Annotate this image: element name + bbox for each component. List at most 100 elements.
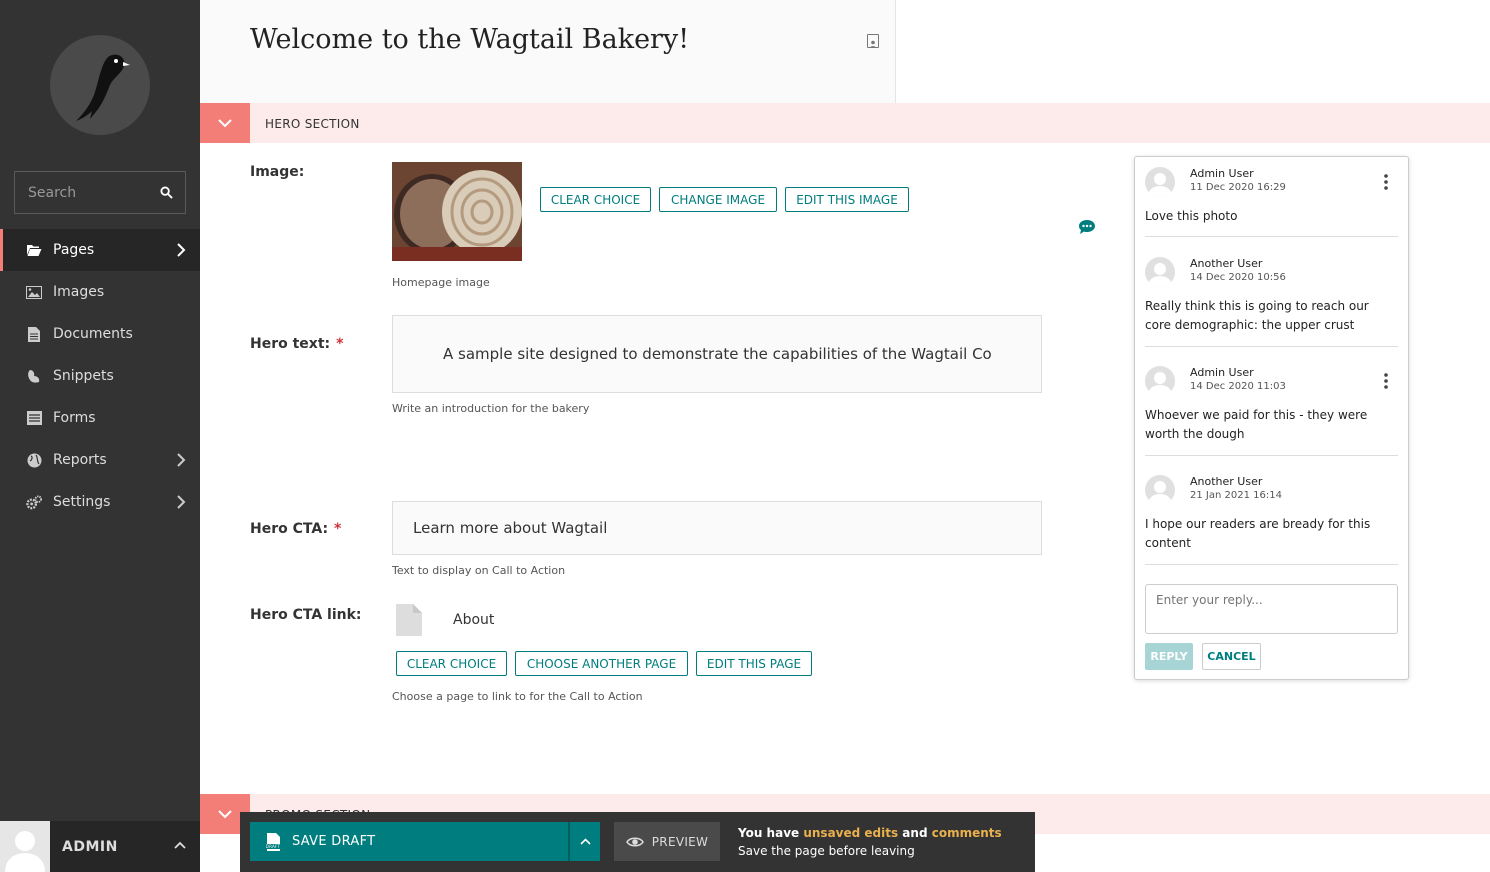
comment-author: Admin User <box>1190 366 1254 379</box>
hero-text-field[interactable]: A sample site designed to demonstrate th… <box>392 315 1042 393</box>
comment-text: Love this photo <box>1145 209 1238 223</box>
comment-icon[interactable] <box>1078 219 1096 235</box>
comment-date: 11 Dec 2020 16:29 <box>1190 182 1286 193</box>
clear-image-button[interactable]: CLEAR CHOICE <box>540 187 651 212</box>
required-marker: * <box>336 336 344 352</box>
nav-label: Reports <box>53 452 107 468</box>
hero-cta-link-help: Choose a page to link to for the Call to… <box>392 690 643 703</box>
comment-date: 14 Dec 2020 11:03 <box>1190 381 1286 392</box>
folder-open-icon <box>26 242 42 258</box>
reply-box[interactable] <box>1145 584 1398 634</box>
more-options-icon[interactable] <box>1384 373 1388 389</box>
comment-text: I hope our readers are bready for this c… <box>1145 517 1371 550</box>
chevron-right-icon <box>177 495 186 509</box>
clear-page-button[interactable]: CLEAR CHOICE <box>396 651 507 676</box>
search-icon[interactable] <box>160 186 173 199</box>
unsaved-warning: You have unsaved edits and comments Save… <box>738 824 1002 860</box>
sidebar: Pages Images Documents Snippets Forms <box>0 0 200 872</box>
hero-cta-link-label: Hero CTA link: <box>250 607 362 623</box>
comment-item: Another User 21 Jan 2021 16:14 I hope ou… <box>1145 465 1398 565</box>
svg-text:DRAFT: DRAFT <box>266 844 281 849</box>
hero-text-label-text: Hero text: <box>250 336 331 352</box>
cancel-button[interactable]: CANCEL <box>1202 643 1261 670</box>
image-field-label: Image: <box>250 164 305 180</box>
account-name: ADMIN <box>62 838 118 855</box>
nav-label: Documents <box>53 326 133 342</box>
comment-avatar <box>1145 257 1175 287</box>
edit-page-button[interactable]: EDIT THIS PAGE <box>696 651 812 676</box>
comment-text: Whoever we paid for this - they were wor… <box>1145 408 1368 441</box>
nav-item-forms[interactable]: Forms <box>0 397 200 439</box>
action-footer: DRAFT SAVE DRAFT PREVIEW You have unsave… <box>240 812 1035 872</box>
hero-image-thumbnail[interactable] <box>392 162 522 261</box>
hero-cta-value: Learn more about Wagtail <box>413 519 608 537</box>
hero-text-label: Hero text: * <box>250 336 343 352</box>
wagtail-logo[interactable] <box>50 35 150 135</box>
chevron-right-icon <box>177 453 186 467</box>
chevron-right-icon <box>177 243 186 257</box>
form-icon <box>26 410 42 426</box>
nav-item-images[interactable]: Images <box>0 271 200 313</box>
edit-image-button[interactable]: EDIT THIS IMAGE <box>785 187 909 212</box>
change-image-button[interactable]: CHANGE IMAGE <box>659 187 777 212</box>
nav-item-reports[interactable]: Reports <box>0 439 200 481</box>
account-menu[interactable]: ADMIN <box>0 821 200 872</box>
hero-text-help: Write an introduction for the bakery <box>392 402 590 415</box>
nav-item-pages[interactable]: Pages <box>0 229 200 271</box>
linked-page-title: About <box>453 612 495 628</box>
globe-icon <box>26 452 42 468</box>
page-status-icon[interactable] <box>867 34 879 48</box>
comment-avatar <box>1145 366 1175 396</box>
save-draft-button[interactable]: DRAFT SAVE DRAFT <box>250 822 570 861</box>
nav-label: Pages <box>53 242 95 258</box>
draft-icon: DRAFT <box>265 832 281 851</box>
image-icon <box>26 284 42 300</box>
comment-item: Admin User 11 Dec 2020 16:29 Love this p… <box>1145 157 1398 237</box>
nav-item-snippets[interactable]: Snippets <box>0 355 200 397</box>
eye-icon <box>625 837 644 846</box>
hero-text-value: A sample site designed to demonstrate th… <box>443 345 992 363</box>
comment-author: Another User <box>1190 257 1263 270</box>
section-toggle[interactable] <box>200 103 250 143</box>
more-actions-button[interactable] <box>570 822 600 861</box>
nav-item-settings[interactable]: Settings <box>0 481 200 523</box>
preview-button[interactable]: PREVIEW <box>614 822 720 861</box>
nav-item-documents[interactable]: Documents <box>0 313 200 355</box>
warning-edits: unsaved edits <box>803 826 899 840</box>
page-header: Welcome to the Wagtail Bakery! <box>200 0 896 103</box>
nav-label: Images <box>53 284 105 300</box>
save-draft-label: SAVE DRAFT <box>292 834 376 849</box>
warning-comments: comments <box>931 826 1002 840</box>
nav-label: Forms <box>53 410 96 426</box>
comment-item: Admin User 14 Dec 2020 11:03 Whoever we … <box>1145 356 1398 456</box>
warning-prefix: You have <box>738 826 804 840</box>
more-options-icon[interactable] <box>1384 174 1388 190</box>
chevron-down-icon <box>218 809 232 818</box>
chevron-up-icon <box>579 838 591 845</box>
nav-label: Settings <box>53 494 111 510</box>
chevron-down-icon <box>218 118 232 127</box>
cogs-icon <box>26 494 42 510</box>
reply-input[interactable] <box>1146 585 1397 633</box>
comment-author: Admin User <box>1190 167 1254 180</box>
comment-author: Another User <box>1190 475 1263 488</box>
snippet-icon <box>26 368 42 384</box>
hero-cta-label: Hero CTA: * <box>250 521 341 537</box>
hero-section-header[interactable]: HERO SECTION <box>200 103 1490 143</box>
hero-cta-input[interactable]: Learn more about Wagtail <box>392 501 1042 555</box>
comment-text: Really think this is going to reach our … <box>1145 299 1369 332</box>
hero-cta-help: Text to display on Call to Action <box>392 564 566 577</box>
search-box[interactable] <box>14 171 186 214</box>
image-help-text: Homepage image <box>392 276 490 289</box>
required-marker: * <box>334 521 342 537</box>
comment-item: Another User 14 Dec 2020 10:56 Really th… <box>1145 247 1398 347</box>
comment-avatar <box>1145 167 1175 197</box>
hero-cta-label-text: Hero CTA: <box>250 521 329 537</box>
comments-panel: Admin User 11 Dec 2020 16:29 Love this p… <box>1134 156 1409 680</box>
choose-another-page-button[interactable]: CHOOSE ANOTHER PAGE <box>515 651 688 676</box>
comment-avatar <box>1145 475 1175 505</box>
preview-label: PREVIEW <box>651 834 709 849</box>
reply-button[interactable]: REPLY <box>1145 643 1193 670</box>
section-title: HERO SECTION <box>265 117 360 131</box>
avatar <box>0 821 50 872</box>
